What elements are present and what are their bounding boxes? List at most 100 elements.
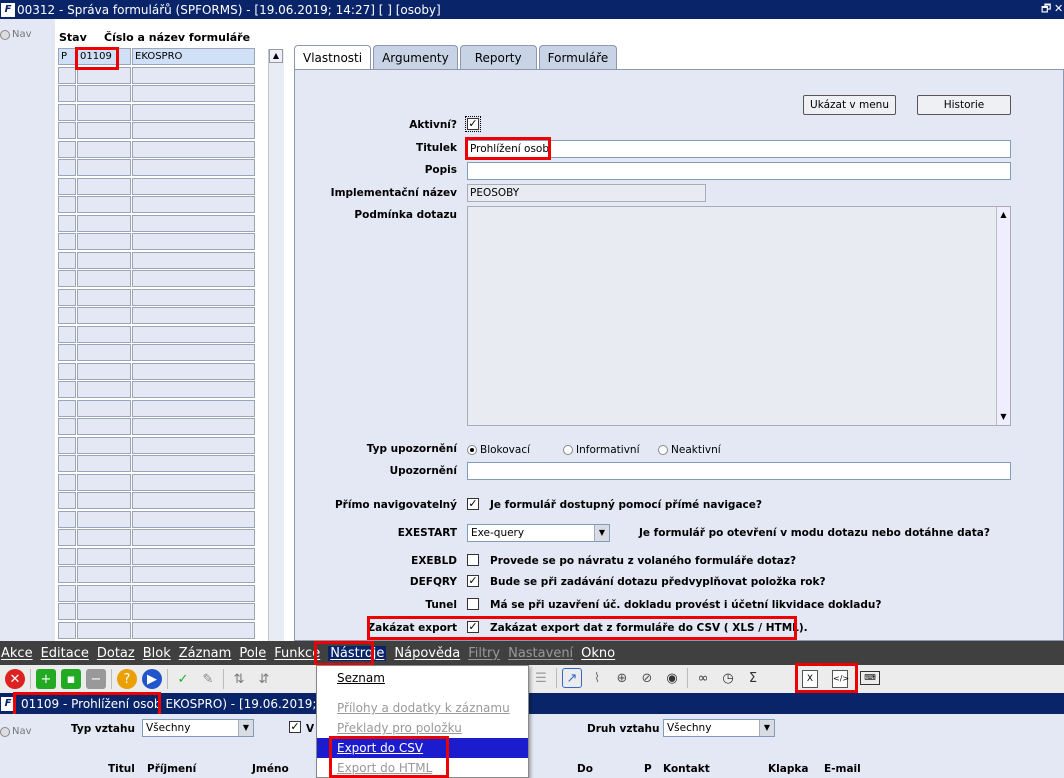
table-row[interactable] [58, 270, 256, 289]
dropdown-item-3[interactable]: Export do CSV [317, 738, 528, 758]
table-cell-stav[interactable] [58, 492, 76, 509]
popis-field[interactable] [467, 162, 1011, 180]
list-icon[interactable]: ☰ [531, 668, 551, 688]
table-row[interactable] [58, 177, 256, 197]
restore-icon[interactable]: 🗗 [1041, 0, 1051, 19]
table-row[interactable] [58, 307, 256, 326]
table-cell-stav[interactable] [58, 418, 76, 435]
table-cell-stav[interactable] [58, 529, 76, 546]
table-cell-cislo[interactable] [77, 288, 131, 306]
table-cell-cislo[interactable] [77, 307, 131, 324]
table-cell-cislo[interactable] [77, 122, 131, 139]
table-cell-nazev[interactable] [132, 270, 255, 287]
save-icon[interactable]: ▪ [61, 669, 81, 689]
table-cell-nazev[interactable] [132, 529, 255, 546]
table-cell-nazev[interactable] [132, 621, 255, 639]
menu-9[interactable]: Filtry [468, 646, 500, 661]
table-cell-nazev[interactable] [132, 233, 255, 250]
typ-option-neaktivni[interactable]: Neaktivní [658, 444, 721, 456]
menu-5[interactable]: Pole [239, 646, 266, 661]
table-cell-cislo[interactable] [77, 603, 131, 620]
tab-argumenty[interactable]: Argumenty [373, 45, 458, 69]
table-row[interactable] [58, 233, 256, 252]
add-icon[interactable]: + [36, 669, 56, 689]
table-cell-stav[interactable] [58, 66, 76, 84]
sort-az-icon[interactable]: ⇅ [229, 669, 249, 689]
primo-checkbox[interactable]: ✓ [467, 498, 479, 510]
table-row[interactable] [58, 85, 256, 104]
dropdown-item-0[interactable]: Seznam [317, 668, 528, 688]
tunel-checkbox[interactable] [467, 598, 479, 610]
dropdown-item-2[interactable]: Překlady pro položku [317, 718, 528, 738]
table-cell-nazev[interactable] [132, 547, 255, 565]
table-cell-stav[interactable] [58, 510, 76, 528]
table-cell-cislo[interactable] [77, 547, 131, 565]
remove-icon[interactable]: − [86, 669, 106, 689]
sort-za-icon[interactable]: ⇵ [254, 669, 274, 689]
upozorneni-field[interactable] [467, 462, 1011, 480]
help-icon[interactable]: ? [117, 669, 137, 689]
menu-8[interactable]: Nápověda [394, 646, 460, 661]
table-cell-stav[interactable] [58, 566, 76, 583]
table-row[interactable] [58, 473, 256, 493]
table-cell-cislo[interactable] [77, 621, 131, 639]
table-cell-stav[interactable] [58, 344, 76, 361]
table-cell-nazev[interactable] [132, 85, 255, 102]
table-cell-cislo[interactable]: 01109 [77, 48, 131, 65]
table-cell-cislo[interactable] [77, 196, 131, 213]
table-cell-cislo[interactable] [77, 436, 131, 454]
compass-icon[interactable]: ⊘ [637, 668, 657, 688]
table-row[interactable] [58, 584, 256, 604]
globe-icon[interactable]: ⊕ [612, 668, 632, 688]
table-cell-cislo[interactable] [77, 584, 131, 602]
tab-reporty[interactable]: Reporty [459, 45, 537, 69]
glasses-icon[interactable]: ∞ [693, 668, 713, 688]
table-cell-cislo[interactable] [77, 529, 131, 546]
table-row[interactable]: P 01109 EKOSPRO [58, 48, 256, 67]
table-row[interactable] [58, 140, 256, 160]
typ-option-blokovaci[interactable]: Blokovací [467, 444, 530, 456]
menu-7[interactable]: Nástroje [328, 645, 387, 661]
table-cell-stav[interactable] [58, 621, 76, 639]
sum-icon[interactable]: Σ [743, 668, 763, 688]
table-cell-stav[interactable] [58, 288, 76, 306]
table-row[interactable] [58, 529, 256, 548]
table-cell-nazev[interactable] [132, 122, 255, 139]
table-row[interactable] [58, 436, 256, 456]
table-cell-stav[interactable] [58, 140, 76, 158]
table-cell-cislo[interactable] [77, 214, 131, 232]
play-icon[interactable]: ▶ [142, 669, 162, 689]
table-cell-cislo[interactable] [77, 66, 131, 84]
table-cell-cislo[interactable] [77, 177, 131, 195]
table-cell-stav[interactable] [58, 547, 76, 565]
exebld-checkbox[interactable] [467, 554, 479, 566]
table-cell-nazev[interactable] [132, 307, 255, 324]
table-cell-cislo[interactable] [77, 418, 131, 435]
table-cell-stav[interactable] [58, 177, 76, 195]
table-cell-stav[interactable] [58, 399, 76, 417]
table-row[interactable] [58, 214, 256, 234]
table-row[interactable] [58, 621, 256, 641]
table-cell-nazev[interactable] [132, 455, 255, 472]
typ-option-informativni[interactable]: Informativní [563, 444, 640, 456]
table-row[interactable] [58, 418, 256, 437]
table-cell-nazev[interactable] [132, 473, 255, 491]
show-in-menu-button[interactable]: Ukázat v menu [803, 95, 896, 115]
v-checkbox[interactable]: ✓ [289, 721, 301, 733]
table-row[interactable] [58, 196, 256, 215]
nav-radio-2[interactable]: Nav [0, 726, 32, 737]
podminka-scrollbar[interactable]: ▲ ▼ [996, 207, 1010, 425]
table-cell-cislo[interactable] [77, 103, 131, 121]
table-cell-stav[interactable] [58, 362, 76, 380]
menu-4[interactable]: Záznam [179, 646, 232, 661]
table-cell-cislo[interactable] [77, 85, 131, 102]
table-cell-cislo[interactable] [77, 473, 131, 491]
table-cell-cislo[interactable] [77, 270, 131, 287]
export-xls-icon[interactable]: X [802, 670, 818, 688]
table-cell-cislo[interactable] [77, 510, 131, 528]
table-cell-stav[interactable] [58, 85, 76, 102]
table-row[interactable] [58, 325, 256, 345]
menu-0[interactable]: Akce [1, 646, 33, 661]
table-row[interactable] [58, 455, 256, 474]
exestart-select[interactable]: Exe-query ▼ [467, 524, 610, 542]
